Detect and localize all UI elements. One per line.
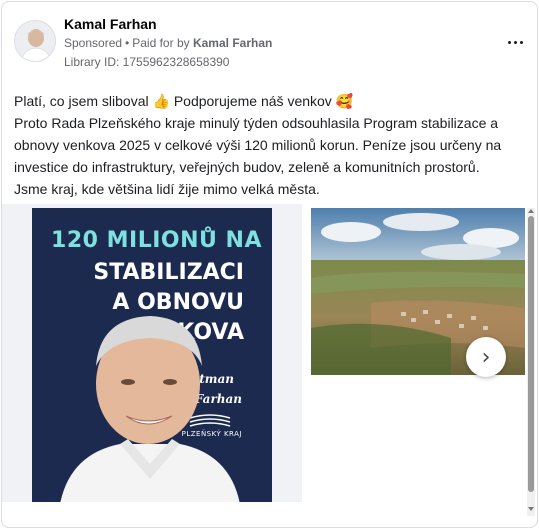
scroll-down-icon[interactable] bbox=[528, 507, 534, 511]
post-text: Platí, co jsem sliboval 👍 Podporujeme ná… bbox=[14, 93, 502, 197]
avatar-photo-icon bbox=[15, 21, 55, 61]
more-options-button[interactable] bbox=[501, 32, 529, 52]
hejtman-portrait-icon bbox=[60, 316, 240, 502]
sponsored-label: Sponsored bbox=[64, 36, 123, 50]
advertiser-name[interactable]: Kamal Farhan bbox=[64, 16, 157, 32]
media-carousel[interactable]: 120 MILIONŮ NA STABILIZACI A OBNOVU VENK… bbox=[2, 204, 526, 502]
library-id: Library ID: 1755962328658390 bbox=[64, 55, 230, 69]
poster-line-1: 120 MILIONŮ NA bbox=[51, 228, 262, 253]
poster-line-2: STABILIZACI bbox=[93, 260, 244, 285]
ad-header: Kamal Farhan Sponsored • Paid for by Kamal… bbox=[14, 14, 529, 74]
chevron-right-icon: › bbox=[481, 344, 491, 370]
ad-card: Kamal Farhan Sponsored • Paid for by Kamal… bbox=[1, 1, 538, 528]
paid-for-name[interactable]: Kamal Farhan bbox=[193, 36, 272, 50]
paid-for-prefix: Paid for by bbox=[132, 36, 190, 50]
advertiser-avatar[interactable] bbox=[14, 20, 56, 62]
more-dots-icon bbox=[507, 40, 511, 44]
carousel-slide-1[interactable]: 120 MILIONŮ NA STABILIZACI A OBNOVU VENK… bbox=[2, 204, 302, 502]
scroll-up-icon[interactable] bbox=[528, 209, 534, 213]
sponsored-meta: Sponsored • Paid for by Kamal Farhan bbox=[64, 36, 272, 50]
campaign-poster: 120 MILIONŮ NA STABILIZACI A OBNOVU VENK… bbox=[32, 208, 272, 502]
more-dot bbox=[519, 40, 523, 44]
carousel-next-button[interactable]: › bbox=[466, 337, 506, 377]
meta-separator: • bbox=[125, 36, 130, 50]
more-dot bbox=[513, 40, 517, 44]
scrollbar-thumb[interactable] bbox=[528, 216, 534, 492]
